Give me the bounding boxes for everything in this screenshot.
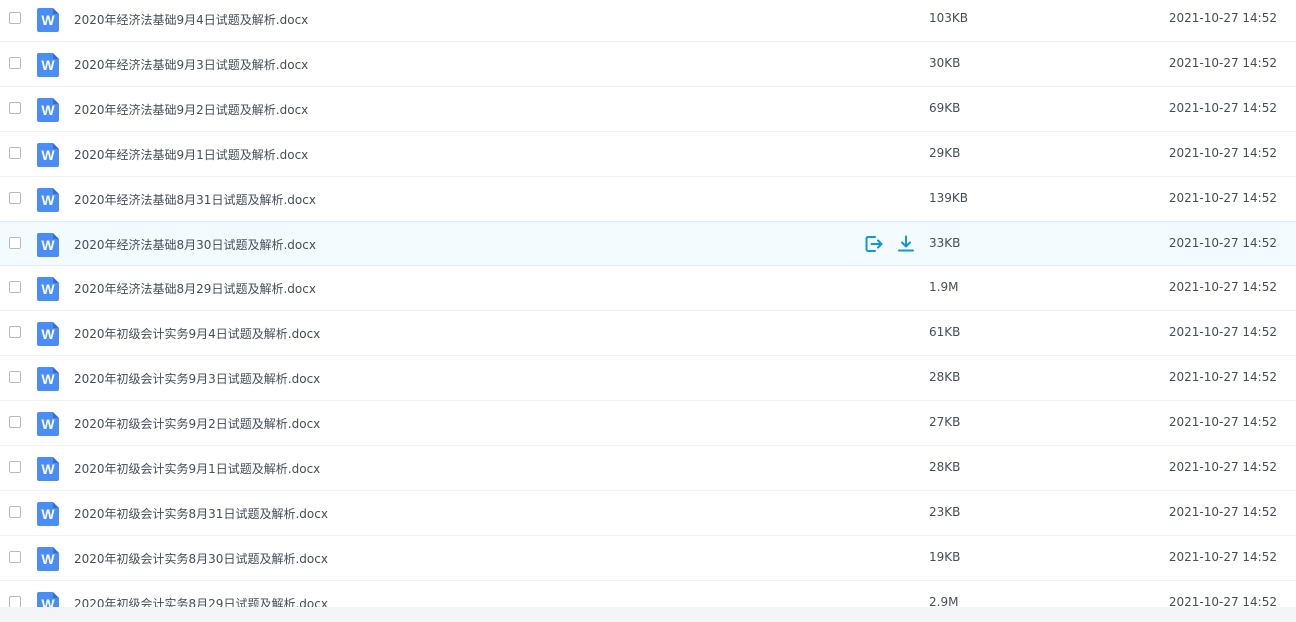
file-name[interactable]: 2020年初级会计实务9月1日试题及解析.docx xyxy=(74,460,320,477)
word-file-icon: W xyxy=(37,592,59,607)
word-file-icon: W xyxy=(37,502,59,526)
file-row[interactable]: W 2020年初级会计实务8月31日试题及解析.docx 23KB 2021-1… xyxy=(0,491,1296,536)
file-size: 28KB xyxy=(929,460,961,474)
file-modified-time: 2021-10-27 14:52 xyxy=(1168,595,1277,607)
row-checkbox[interactable] xyxy=(9,551,21,563)
file-size: 19KB xyxy=(929,550,961,564)
file-name[interactable]: 2020年经济法基础8月31日试题及解析.docx xyxy=(74,191,316,208)
file-size: 30KB xyxy=(929,56,961,70)
file-row[interactable]: W 2020年经济法基础8月31日试题及解析.docx 139KB 2021-1… xyxy=(0,177,1296,222)
row-checkbox[interactable] xyxy=(9,237,21,249)
file-name[interactable]: 2020年经济法基础8月30日试题及解析.docx xyxy=(74,236,316,253)
row-checkbox[interactable] xyxy=(9,506,21,518)
word-file-icon: W xyxy=(37,143,59,167)
file-modified-time: 2021-10-27 14:52 xyxy=(1168,146,1277,160)
file-modified-time: 2021-10-27 14:52 xyxy=(1168,370,1277,384)
row-checkbox[interactable] xyxy=(9,281,21,293)
file-modified-time: 2021-10-27 14:52 xyxy=(1168,415,1277,429)
row-checkbox[interactable] xyxy=(9,102,21,114)
file-name[interactable]: 2020年经济法基础9月3日试题及解析.docx xyxy=(74,56,308,73)
file-row[interactable]: W 2020年初级会计实务9月3日试题及解析.docx 28KB 2021-10… xyxy=(0,356,1296,401)
word-file-icon: W xyxy=(37,188,59,212)
row-checkbox[interactable] xyxy=(9,12,21,24)
file-size: 2.9M xyxy=(929,595,959,607)
file-row[interactable]: W 2020年初级会计实务8月30日试题及解析.docx 19KB 2021-1… xyxy=(0,536,1296,581)
file-modified-time: 2021-10-27 14:52 xyxy=(1168,101,1277,115)
file-row[interactable]: W 2020年经济法基础8月29日试题及解析.docx 1.9M 2021-10… xyxy=(0,266,1296,311)
file-size: 28KB xyxy=(929,370,961,384)
file-size: 103KB xyxy=(929,11,969,25)
file-row[interactable]: W 2020年初级会计实务9月2日试题及解析.docx 27KB 2021-10… xyxy=(0,401,1296,446)
row-checkbox[interactable] xyxy=(9,147,21,159)
word-file-icon: W xyxy=(37,412,59,436)
row-checkbox[interactable] xyxy=(9,371,21,383)
file-modified-time: 2021-10-27 14:52 xyxy=(1168,191,1277,205)
file-size: 69KB xyxy=(929,101,961,115)
row-checkbox[interactable] xyxy=(9,416,21,428)
file-size: 61KB xyxy=(929,325,961,339)
row-checkbox[interactable] xyxy=(9,596,21,607)
word-file-icon: W xyxy=(37,8,59,32)
file-row[interactable]: W 2020年初级会计实务9月1日试题及解析.docx 28KB 2021-10… xyxy=(0,446,1296,491)
row-checkbox[interactable] xyxy=(9,461,21,473)
file-size: 139KB xyxy=(929,191,969,205)
file-size: 29KB xyxy=(929,146,961,160)
row-checkbox[interactable] xyxy=(9,326,21,338)
file-name[interactable]: 2020年初级会计实务8月31日试题及解析.docx xyxy=(74,505,328,522)
file-size: 33KB xyxy=(929,236,961,250)
file-size: 1.9M xyxy=(929,280,959,294)
file-row[interactable]: W 2020年经济法基础9月2日试题及解析.docx 69KB 2021-10-… xyxy=(0,87,1296,132)
file-list: W 2020年经济法基础9月4日试题及解析.docx 103KB 2021-10… xyxy=(0,0,1296,607)
word-file-icon: W xyxy=(37,457,59,481)
word-file-icon: W xyxy=(37,277,59,301)
file-modified-time: 2021-10-27 14:52 xyxy=(1168,11,1277,25)
file-modified-time: 2021-10-27 14:52 xyxy=(1168,325,1277,339)
file-modified-time: 2021-10-27 14:52 xyxy=(1168,56,1277,70)
file-name[interactable]: 2020年初级会计实务8月29日试题及解析.docx xyxy=(74,595,328,607)
file-row[interactable]: W 2020年初级会计实务9月4日试题及解析.docx 61KB 2021-10… xyxy=(0,311,1296,356)
file-modified-time: 2021-10-27 14:52 xyxy=(1168,550,1277,564)
file-modified-time: 2021-10-27 14:52 xyxy=(1168,236,1277,250)
file-modified-time: 2021-10-27 14:52 xyxy=(1168,460,1277,474)
word-file-icon: W xyxy=(37,98,59,122)
word-file-icon: W xyxy=(37,367,59,391)
file-name[interactable]: 2020年初级会计实务8月30日试题及解析.docx xyxy=(74,550,328,567)
file-name[interactable]: 2020年初级会计实务9月4日试题及解析.docx xyxy=(74,325,320,342)
horizontal-scrollbar[interactable] xyxy=(0,607,1296,622)
word-file-icon: W xyxy=(37,322,59,346)
file-modified-time: 2021-10-27 14:52 xyxy=(1168,280,1277,294)
row-checkbox[interactable] xyxy=(9,57,21,69)
file-modified-time: 2021-10-27 14:52 xyxy=(1168,505,1277,519)
share-icon[interactable] xyxy=(864,234,884,254)
file-name[interactable]: 2020年经济法基础9月4日试题及解析.docx xyxy=(74,11,308,28)
file-row[interactable]: W 2020年经济法基础9月1日试题及解析.docx 29KB 2021-10-… xyxy=(0,132,1296,177)
row-checkbox[interactable] xyxy=(9,192,21,204)
file-row[interactable]: W 2020年经济法基础9月3日试题及解析.docx 30KB 2021-10-… xyxy=(0,42,1296,87)
file-name[interactable]: 2020年经济法基础9月2日试题及解析.docx xyxy=(74,101,308,118)
file-row[interactable]: W 2020年经济法基础9月4日试题及解析.docx 103KB 2021-10… xyxy=(0,0,1296,42)
file-name[interactable]: 2020年经济法基础8月29日试题及解析.docx xyxy=(74,280,316,297)
download-icon[interactable] xyxy=(896,234,916,254)
file-row-hovered[interactable]: W 2020年经济法基础8月30日试题及解析.docx 33KB 2021-10… xyxy=(0,221,1296,266)
file-row[interactable]: W 2020年初级会计实务8月29日试题及解析.docx 2.9M 2021-1… xyxy=(0,581,1296,607)
word-file-icon: W xyxy=(37,53,59,77)
word-file-icon: W xyxy=(37,233,59,257)
file-size: 23KB xyxy=(929,505,961,519)
file-name[interactable]: 2020年初级会计实务9月3日试题及解析.docx xyxy=(74,370,320,387)
file-size: 27KB xyxy=(929,415,961,429)
file-name[interactable]: 2020年经济法基础9月1日试题及解析.docx xyxy=(74,146,308,163)
word-file-icon: W xyxy=(37,547,59,571)
file-name[interactable]: 2020年初级会计实务9月2日试题及解析.docx xyxy=(74,415,320,432)
